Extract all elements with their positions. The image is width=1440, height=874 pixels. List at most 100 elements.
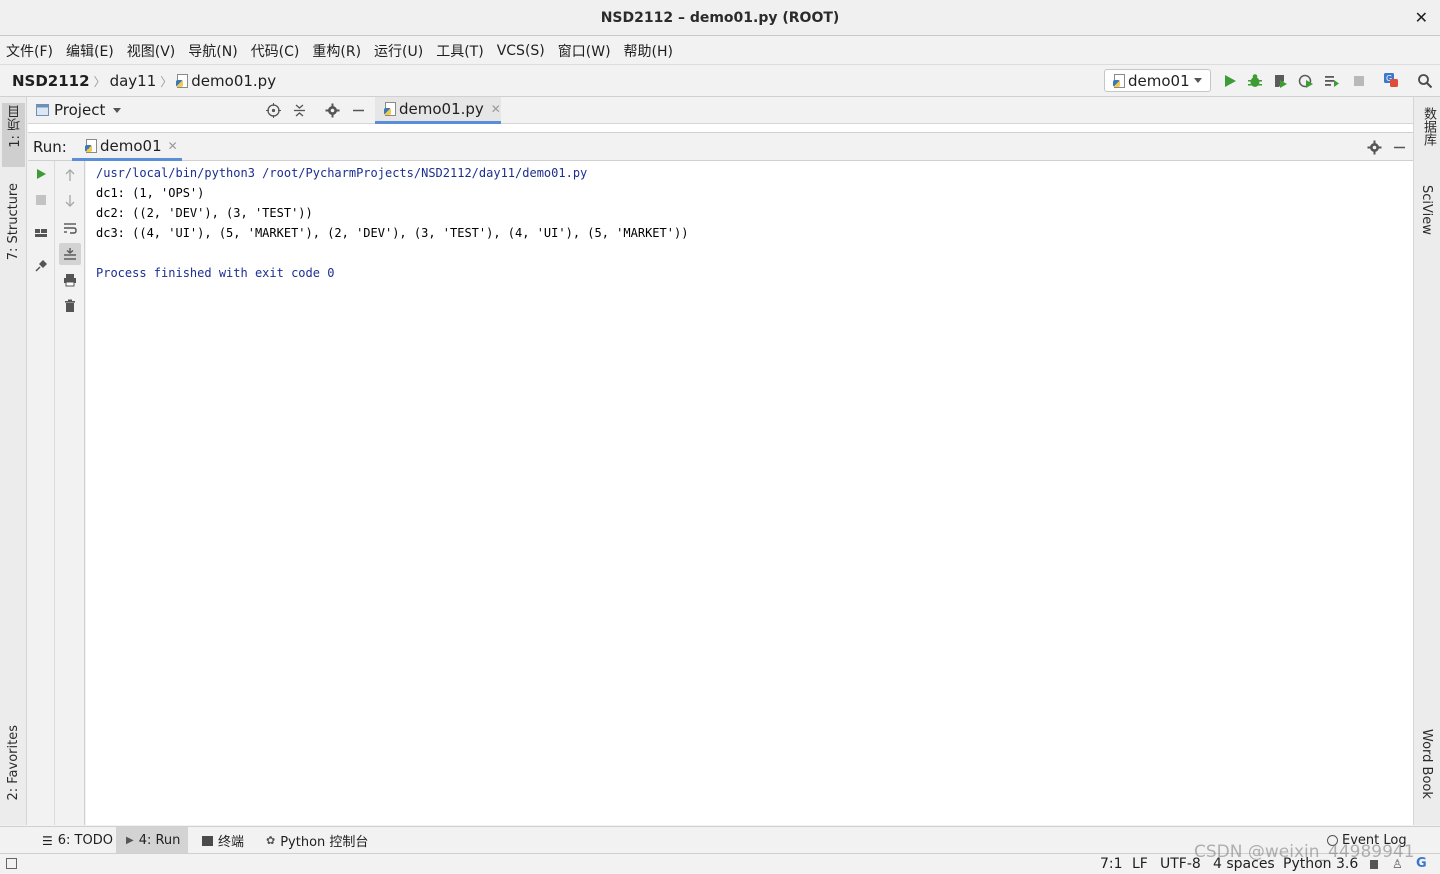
bottom-tab-event-log-label: Event Log — [1342, 833, 1407, 848]
chevron-down-icon[interactable] — [113, 107, 122, 113]
minimize-icon[interactable] — [1392, 140, 1407, 155]
pin-icon[interactable] — [34, 259, 48, 273]
coverage-icon[interactable] — [1272, 73, 1288, 89]
run-tab-demo01[interactable]: demo01 ✕ — [72, 134, 182, 161]
minimize-icon[interactable] — [351, 103, 366, 118]
breadcrumb-project[interactable]: NSD2112 — [12, 72, 90, 90]
run-toolbar-secondary — [56, 161, 85, 825]
stop-icon[interactable] — [1351, 73, 1367, 89]
bottom-tool-tabs: ☰ 6: TODO ▶ 4: Run 终端 ✿ Python 控制台 Event… — [0, 826, 1440, 854]
bottom-tab-python-console-label: Python 控制台 — [280, 835, 369, 850]
editor-tabs: demo01.py ✕ — [373, 97, 1413, 124]
tool-tab-structure[interactable]: 7: Structure — [6, 183, 21, 260]
project-panel-header: Project — [28, 97, 373, 124]
chevron-down-icon — [1194, 78, 1202, 83]
breadcrumb-file[interactable]: demo01.py — [191, 72, 276, 90]
profile-icon[interactable] — [1298, 73, 1314, 89]
status-line-separator[interactable]: LF — [1132, 854, 1148, 874]
close-icon[interactable]: ✕ — [1415, 8, 1428, 27]
status-indent[interactable]: 4 spaces — [1213, 854, 1275, 874]
lock-icon[interactable] — [1370, 860, 1378, 869]
translate-icon[interactable]: G — [1383, 72, 1399, 88]
close-icon[interactable]: ✕ — [168, 139, 178, 153]
tab-demo01-py[interactable]: demo01.py ✕ — [375, 97, 501, 124]
terminal-icon — [202, 835, 213, 846]
menu-edit[interactable]: 编辑(E) — [66, 41, 114, 61]
project-panel-title[interactable]: Project — [54, 101, 105, 119]
layout-icon[interactable] — [34, 226, 48, 240]
menu-refactor[interactable]: 重构(R) — [312, 41, 361, 61]
locate-icon[interactable] — [266, 103, 281, 118]
status-caret-position[interactable]: 7:1 — [1100, 854, 1123, 874]
bottom-tab-run-label: 4: Run — [138, 833, 181, 848]
concurrency-icon[interactable] — [1324, 73, 1340, 89]
bottom-tab-terminal-label: 终端 — [218, 835, 245, 850]
console-output[interactable]: /usr/local/bin/python3 /root/PycharmProj… — [86, 161, 1413, 825]
menu-help[interactable]: 帮助(H) — [624, 41, 673, 61]
menu-window[interactable]: 窗口(W) — [558, 41, 611, 61]
run-config-select[interactable]: demo01 — [1104, 69, 1211, 92]
window-title: NSD2112 – demo01.py (ROOT) — [600, 9, 840, 26]
console-command-line: /usr/local/bin/python3 /root/PycharmProj… — [96, 166, 588, 180]
editor-area[interactable] — [28, 124, 1413, 133]
event-log-icon — [1327, 835, 1338, 846]
tool-windows-icon[interactable] — [6, 858, 17, 869]
project-icon — [36, 104, 49, 116]
status-bar: 7:1 LF UTF-8 4 spaces Python 3.6 ♙ G — [0, 853, 1440, 873]
menu-file[interactable]: 文件(F) — [6, 41, 53, 61]
inspector-icon[interactable]: ♙ — [1392, 854, 1403, 874]
menu-code[interactable]: 代码(C) — [251, 41, 300, 61]
tool-tab-database[interactable]: 数据库 — [1419, 107, 1438, 146]
list-icon: ☰ — [42, 833, 53, 848]
chevron-right-icon: 〉 — [160, 74, 173, 89]
search-icon[interactable] — [1417, 73, 1433, 89]
menu-tools[interactable]: 工具(T) — [436, 41, 483, 61]
menu-vcs[interactable]: VCS(S) — [497, 43, 545, 59]
run-icon[interactable] — [1222, 73, 1238, 89]
left-tool-stripe: 1: 项目 7: Structure 2: Favorites — [0, 97, 27, 825]
trash-icon[interactable] — [63, 299, 77, 313]
console-line: dc1: (1, 'OPS') — [96, 186, 205, 200]
python-file-icon — [1113, 73, 1125, 88]
status-encoding[interactable]: UTF-8 — [1160, 854, 1201, 874]
console-line: dc3: ((4, 'UI'), (5, 'MARKET'), (2, 'DEV… — [96, 226, 689, 240]
tool-tab-wordbook[interactable]: Word Book — [1419, 729, 1434, 799]
breadcrumb-folder[interactable]: day11 — [110, 72, 157, 90]
arrow-up-icon[interactable] — [63, 168, 77, 182]
close-icon[interactable]: ✕ — [491, 102, 501, 116]
console-line: dc2: ((2, 'DEV'), (3, 'TEST')) — [96, 206, 313, 220]
bottom-tab-todo-label: 6: TODO — [57, 833, 113, 848]
print-icon[interactable] — [63, 273, 77, 287]
stop-icon[interactable] — [34, 193, 48, 207]
bottom-tab-todo[interactable]: ☰ 6: TODO — [36, 827, 119, 854]
menu-view[interactable]: 视图(V) — [127, 41, 176, 61]
scroll-to-end-icon — [64, 248, 76, 260]
python-file-icon — [384, 102, 396, 116]
run-panel-header: Run: demo01 ✕ — [28, 134, 1413, 161]
bottom-tab-run[interactable]: ▶ 4: Run — [116, 827, 189, 854]
google-icon[interactable]: G — [1416, 854, 1427, 874]
menu-bar: 文件(F) 编辑(E) 视图(V) 导航(N) 代码(C) 重构(R) 运行(U… — [0, 37, 1440, 65]
soft-wrap-icon[interactable] — [63, 221, 77, 235]
python-file-icon — [85, 139, 97, 153]
rerun-icon[interactable] — [34, 167, 48, 181]
chevron-right-icon: 〉 — [93, 74, 106, 89]
tool-tab-project[interactable]: 1: 项目 — [6, 105, 25, 148]
python-console-icon: ✿ — [266, 834, 276, 847]
gear-icon[interactable] — [1367, 140, 1382, 155]
run-panel-label: Run: — [33, 138, 67, 156]
tool-tab-sciview[interactable]: SciView — [1419, 185, 1434, 235]
debug-icon[interactable] — [1247, 73, 1263, 89]
bottom-tab-terminal[interactable]: 终端 — [198, 827, 248, 854]
bottom-tab-event-log[interactable]: Event Log — [1323, 827, 1411, 854]
arrow-down-icon[interactable] — [63, 194, 77, 208]
status-interpreter[interactable]: Python 3.6 — [1283, 854, 1358, 874]
bottom-tab-python-console[interactable]: ✿ Python 控制台 — [262, 827, 372, 854]
python-file-icon — [176, 74, 189, 88]
collapse-all-icon[interactable] — [292, 103, 307, 118]
menu-run[interactable]: 运行(U) — [374, 41, 423, 61]
editor-tab-label: demo01.py — [399, 100, 484, 118]
tool-tab-favorites[interactable]: 2: Favorites — [6, 725, 21, 801]
menu-navigate[interactable]: 导航(N) — [188, 41, 237, 61]
gear-icon[interactable] — [325, 103, 340, 118]
